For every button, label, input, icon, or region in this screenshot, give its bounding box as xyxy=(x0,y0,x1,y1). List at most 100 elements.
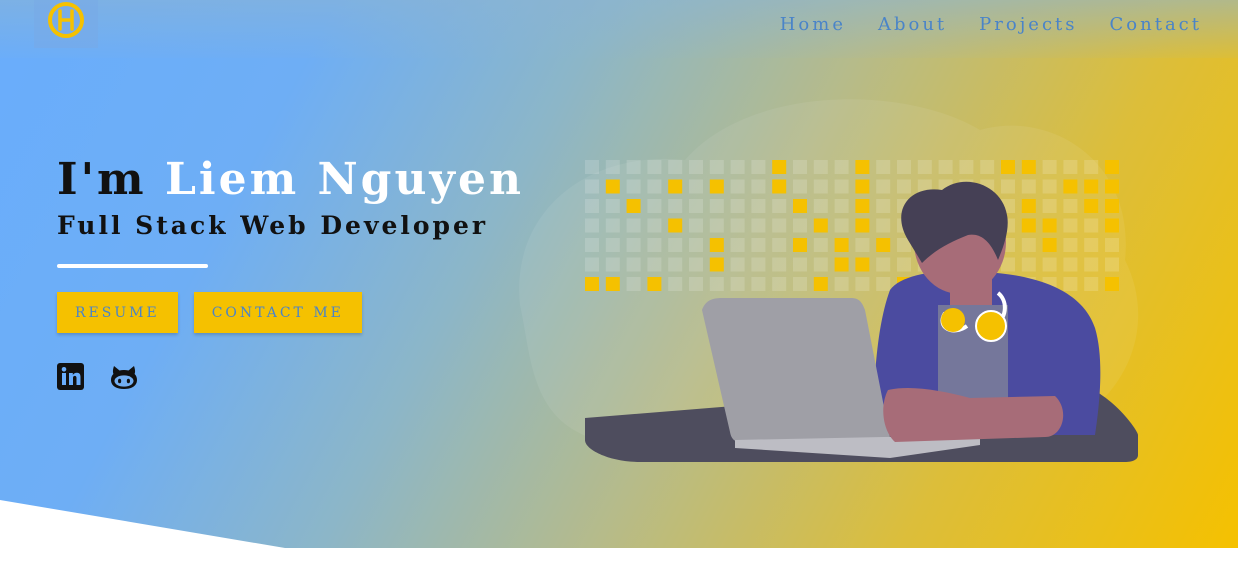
resume-button[interactable]: RESUME xyxy=(57,292,178,333)
pixel-cell xyxy=(1021,218,1036,233)
pixel-cell xyxy=(772,199,787,213)
pixel-cell xyxy=(605,218,620,233)
pixel-cell xyxy=(709,257,724,272)
pixel-cell xyxy=(1042,238,1057,252)
pixel-cell xyxy=(1105,238,1119,252)
pixel-cell xyxy=(793,257,807,272)
pixel-cell xyxy=(647,277,662,291)
pixel-cell xyxy=(689,277,703,291)
pixel-cell xyxy=(772,238,787,252)
nav-about[interactable]: About xyxy=(878,14,947,35)
nav-contact[interactable]: Contact xyxy=(1110,14,1202,35)
pixel-cell xyxy=(668,218,683,233)
pixel-cell xyxy=(626,218,641,233)
hero-section: Home About Projects Contact I'm Liem Ngu… xyxy=(0,0,1238,548)
pixel-cell xyxy=(1063,238,1078,252)
pixel-cell xyxy=(730,257,745,272)
intro: I'm Liem Nguyen Full Stack Web Developer… xyxy=(57,150,524,390)
pixel-cell xyxy=(1042,160,1057,174)
pixel-cell xyxy=(626,277,641,291)
headphone-right xyxy=(975,310,1007,342)
laptop xyxy=(702,298,892,448)
pixel-cell xyxy=(813,199,828,213)
pixel-cell xyxy=(689,257,703,272)
pixel-cell xyxy=(647,160,662,174)
pixel-cell xyxy=(647,199,662,213)
logo[interactable] xyxy=(34,0,98,48)
pixel-cell xyxy=(855,257,870,272)
nav-home[interactable]: Home xyxy=(780,14,846,35)
pixel-cell xyxy=(1063,199,1078,213)
pixel-cell xyxy=(585,218,599,233)
pixel-cell xyxy=(1063,160,1078,174)
pixel-cell xyxy=(793,199,807,213)
pixel-cell xyxy=(1063,277,1078,291)
pixel-cell xyxy=(585,199,599,213)
page-title: I'm Liem Nguyen xyxy=(57,150,524,210)
pixel-cell xyxy=(1105,218,1119,233)
pixel-cell xyxy=(834,277,849,291)
pixel-cell xyxy=(709,218,724,233)
pixel-cell xyxy=(709,277,724,291)
greeting: I'm xyxy=(57,154,147,205)
pixel-cell xyxy=(834,179,849,194)
pixel-cell xyxy=(605,277,620,291)
pixel-cell xyxy=(668,179,683,194)
pixel-cell xyxy=(772,218,787,233)
pixel-cell xyxy=(1021,199,1036,213)
headphone-left xyxy=(941,308,965,332)
pixel-cell xyxy=(1001,160,1015,174)
pixel-cell xyxy=(876,238,891,252)
pixel-cell xyxy=(1042,257,1057,272)
pixel-cell xyxy=(1105,199,1119,213)
pixel-cell xyxy=(876,277,891,291)
pixel-cell xyxy=(605,238,620,252)
cta-buttons: RESUME CONTACT ME xyxy=(57,292,524,333)
pixel-cell xyxy=(917,160,932,174)
pixel-cell xyxy=(730,218,745,233)
pixel-cell xyxy=(730,238,745,252)
divider xyxy=(57,264,208,268)
pixel-cell xyxy=(668,238,683,252)
pixel-cell xyxy=(647,218,662,233)
pixel-cell xyxy=(585,238,599,252)
pixel-cell xyxy=(813,257,828,272)
pixel-cell xyxy=(876,218,891,233)
hero-bottom-edge xyxy=(0,500,285,548)
pixel-cell xyxy=(730,160,745,174)
pixel-cell xyxy=(605,160,620,174)
pixel-cell xyxy=(1021,257,1036,272)
pixel-cell xyxy=(1021,179,1036,194)
pixel-cell xyxy=(668,277,683,291)
pixel-cell xyxy=(730,199,745,213)
github-link[interactable] xyxy=(110,364,138,390)
pixel-cell xyxy=(1084,179,1099,194)
linkedin-link[interactable] xyxy=(57,363,84,390)
pixel-cell xyxy=(668,160,683,174)
pixel-cell xyxy=(897,179,911,194)
pixel-cell xyxy=(876,199,891,213)
pixel-cell xyxy=(834,218,849,233)
pixel-cell xyxy=(709,199,724,213)
pixel-cell xyxy=(772,277,787,291)
pixel-cell xyxy=(1084,277,1099,291)
pixel-cell xyxy=(605,199,620,213)
pixel-cell xyxy=(1084,199,1099,213)
pixel-cell xyxy=(855,218,870,233)
pixel-cell xyxy=(1105,257,1119,272)
pixel-cell xyxy=(1084,238,1099,252)
pixel-cell xyxy=(876,160,891,174)
pixel-cell xyxy=(772,257,787,272)
pixel-cell xyxy=(1021,238,1036,252)
pixel-cell xyxy=(834,238,849,252)
nav-projects[interactable]: Projects xyxy=(979,14,1077,35)
pixel-cell xyxy=(980,160,995,174)
pixel-cell xyxy=(647,257,662,272)
pixel-cell xyxy=(751,160,766,174)
pixel-cell xyxy=(1105,277,1119,291)
pixel-cell xyxy=(834,160,849,174)
pixel-cell xyxy=(626,160,641,174)
pixel-cell xyxy=(730,277,745,291)
pixel-cell xyxy=(689,238,703,252)
contact-me-button[interactable]: CONTACT ME xyxy=(193,292,362,333)
